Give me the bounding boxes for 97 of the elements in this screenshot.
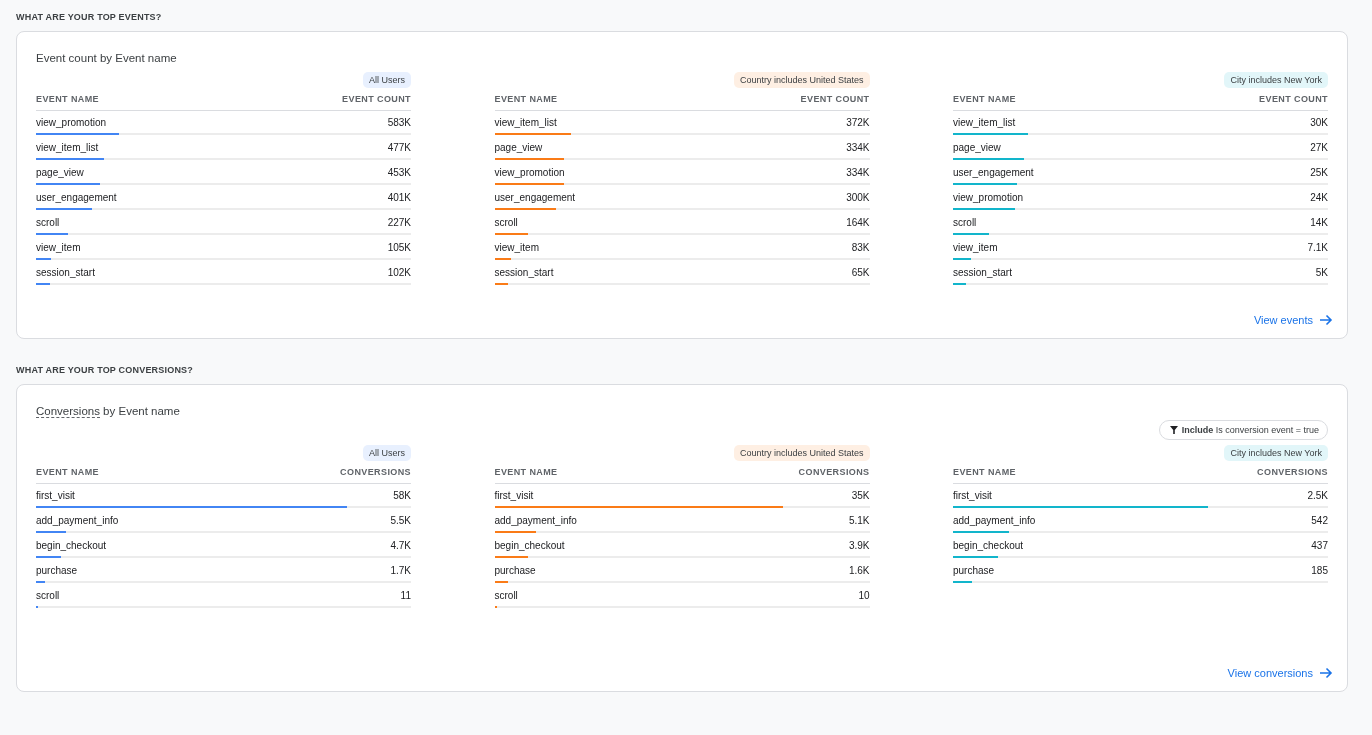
section-heading: WHAT ARE YOUR TOP CONVERSIONS? [16, 365, 195, 375]
value-cell: 7.1K [1307, 242, 1328, 253]
event-name: view_item [36, 242, 81, 253]
segment-chip: Country includes United States [733, 445, 870, 461]
value-cell: 583K [387, 117, 411, 128]
column-header: CONVERSIONS [1257, 467, 1328, 477]
arrow-right-icon [1319, 314, 1333, 326]
value-cell: 401K [387, 192, 411, 203]
event-name: session_start [953, 267, 1012, 278]
segment-chip: All Users [363, 445, 411, 461]
event-name: session_start [36, 267, 95, 278]
event-name: scroll [36, 590, 60, 601]
event-name: add_payment_info [494, 515, 577, 526]
event-name: scroll [494, 217, 518, 228]
value-cell: 10 [858, 590, 870, 601]
value-cell: 542 [1311, 515, 1328, 526]
column-header: EVENT COUNT [800, 94, 870, 104]
value-cell: 1.7K [390, 565, 411, 576]
event-name: view_item_list [36, 142, 99, 153]
value-cell: 1.6K [848, 565, 870, 576]
event-name: view_item [953, 242, 998, 253]
value-cell: 11 [400, 590, 411, 601]
event-name: user_engagement [36, 192, 117, 203]
column-header: EVENT NAME [36, 94, 99, 104]
column-header: EVENT COUNT [342, 94, 411, 104]
value-cell: 58K [393, 490, 411, 501]
event-name: page_view [36, 167, 84, 178]
value-cell: 3.9K [848, 540, 870, 551]
value-cell: 164K [846, 217, 870, 228]
segment-chip: City includes New York [1224, 72, 1328, 88]
event-name: purchase [953, 565, 995, 576]
value-cell: 4.7K [390, 540, 411, 551]
event-name: page_view [494, 142, 543, 153]
event-name: first_visit [494, 490, 534, 501]
value-cell: 2.5K [1307, 490, 1328, 501]
event-name: view_item_list [494, 117, 557, 128]
event-name: first_visit [36, 490, 75, 501]
event-name: user_engagement [953, 167, 1034, 178]
value-cell: 185 [1311, 565, 1328, 576]
value-cell: 334K [846, 142, 870, 153]
value-cell: 437 [1311, 540, 1328, 551]
event-name: view_item [494, 242, 539, 253]
value-cell: 477K [387, 142, 411, 153]
value-cell: 5.1K [848, 515, 870, 526]
value-cell: 65K [851, 267, 870, 278]
event-name: scroll [36, 217, 60, 228]
event-name: begin_checkout [953, 540, 1024, 551]
value-cell: 5.5K [390, 515, 411, 526]
view-link[interactable]: View conversions [1227, 667, 1313, 679]
value-cell: 453K [387, 167, 411, 178]
value-cell: 83K [851, 242, 870, 253]
card-title: Conversions by Event name [36, 405, 181, 417]
column-header: EVENT NAME [953, 467, 1016, 477]
column-header: EVENT NAME [494, 94, 558, 104]
event-name: begin_checkout [36, 540, 107, 551]
column-header: EVENT NAME [36, 467, 99, 477]
segment-chip: Country includes United States [733, 72, 870, 88]
event-name: view_promotion [36, 117, 107, 128]
value-cell: 25K [1310, 167, 1328, 178]
value-cell: 5K [1315, 267, 1328, 278]
value-cell: 105K [387, 242, 411, 253]
column-header: EVENT NAME [953, 94, 1016, 104]
card-title: Event count by Event name [36, 52, 178, 64]
event-name: scroll [494, 590, 518, 601]
event-name: purchase [494, 565, 536, 576]
segment-chip: All Users [363, 72, 411, 88]
column-header: EVENT NAME [494, 467, 558, 477]
value-cell: 24K [1310, 192, 1328, 203]
column-header: EVENT COUNT [1259, 94, 1328, 104]
event-name: add_payment_info [36, 515, 119, 526]
view-link[interactable]: View events [1253, 314, 1313, 326]
filter-icon [1169, 426, 1178, 434]
value-cell: 35K [851, 490, 870, 501]
event-name: page_view [953, 142, 1001, 153]
event-name: purchase [36, 565, 78, 576]
value-cell: 102K [387, 267, 411, 278]
arrow-right-icon [1319, 667, 1333, 679]
value-cell: 300K [846, 192, 870, 203]
column-header: CONVERSIONS [340, 467, 411, 477]
value-cell: 372K [846, 117, 870, 128]
event-name: view_item_list [953, 117, 1016, 128]
event-name: begin_checkout [494, 540, 565, 551]
value-cell: 334K [846, 167, 870, 178]
value-cell: 14K [1310, 217, 1328, 228]
event-name: view_promotion [494, 167, 565, 178]
event-name: first_visit [953, 490, 992, 501]
value-cell: 227K [387, 217, 411, 228]
event-name: view_promotion [953, 192, 1024, 203]
segment-chip: City includes New York [1224, 445, 1328, 461]
column-header: CONVERSIONS [798, 467, 870, 477]
value-cell: 27K [1310, 142, 1328, 153]
event-name: add_payment_info [953, 515, 1036, 526]
event-name: user_engagement [494, 192, 576, 203]
event-name: scroll [953, 217, 977, 228]
value-cell: 30K [1310, 117, 1328, 128]
section-heading: WHAT ARE YOUR TOP EVENTS? [16, 12, 163, 22]
event-name: session_start [494, 267, 554, 278]
